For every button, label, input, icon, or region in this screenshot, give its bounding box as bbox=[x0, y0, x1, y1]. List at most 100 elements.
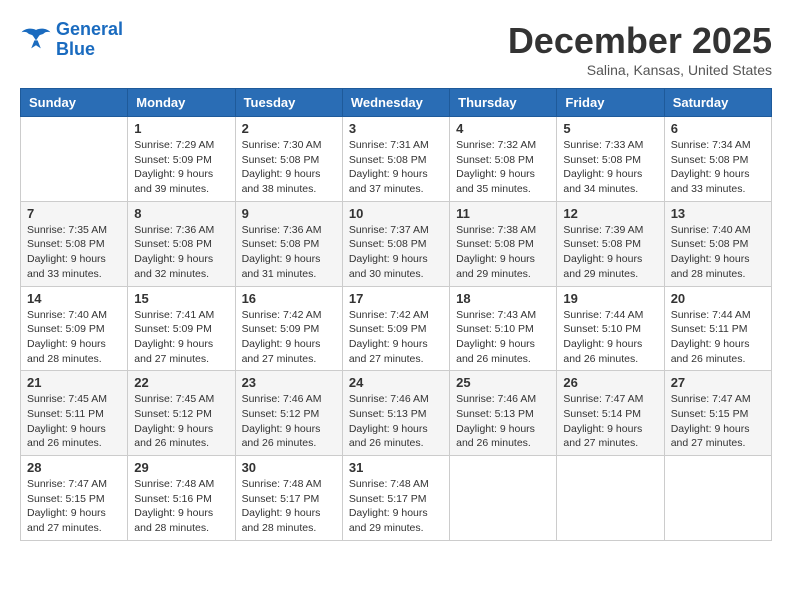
calendar-cell: 7 Sunrise: 7:35 AM Sunset: 5:08 PM Daylig… bbox=[21, 201, 128, 286]
week-row-4: 21 Sunrise: 7:45 AM Sunset: 5:11 PM Dayli… bbox=[21, 371, 772, 456]
calendar-cell: 4Sunrise: 7:32 AM Sunset: 5:08 PM Daylig… bbox=[450, 117, 557, 202]
day-number: 10 bbox=[349, 206, 443, 221]
calendar-cell: 10 Sunrise: 7:37 AM Sunset: 5:08 PM Dayli… bbox=[342, 201, 449, 286]
day-number: 16 bbox=[242, 291, 336, 306]
day-number: 3 bbox=[349, 121, 443, 136]
calendar-cell: 3 Sunrise: 7:31 AM Sunset: 5:08 PM Daylig… bbox=[342, 117, 449, 202]
calendar-cell: 12 Sunrise: 7:39 AM Sunset: 5:08 PM Dayli… bbox=[557, 201, 664, 286]
day-number: 28 bbox=[27, 460, 121, 475]
calendar-cell: 20Sunrise: 7:44 AM Sunset: 5:11 PM Dayli… bbox=[664, 286, 771, 371]
day-info: Sunrise: 7:45 AM Sunset: 5:11 PM Dayligh… bbox=[27, 392, 121, 451]
day-info: Sunrise: 7:48 AM Sunset: 5:17 PM Dayligh… bbox=[349, 477, 443, 536]
calendar-cell: 30 Sunrise: 7:48 AM Sunset: 5:17 PM Dayli… bbox=[235, 456, 342, 541]
calendar-cell: 14 Sunrise: 7:40 AM Sunset: 5:09 PM Dayli… bbox=[21, 286, 128, 371]
day-info: Sunrise: 7:35 AM Sunset: 5:08 PM Dayligh… bbox=[27, 223, 121, 282]
day-info: Sunrise: 7:36 AM Sunset: 5:08 PM Dayligh… bbox=[242, 223, 336, 282]
header: General Blue December 2025 Salina, Kansa… bbox=[20, 20, 772, 78]
day-number: 1 bbox=[134, 121, 228, 136]
day-number: 21 bbox=[27, 375, 121, 390]
calendar-cell: 19Sunrise: 7:44 AM Sunset: 5:10 PM Dayli… bbox=[557, 286, 664, 371]
calendar-cell: 1Sunrise: 7:29 AM Sunset: 5:09 PM Daylig… bbox=[128, 117, 235, 202]
calendar-cell: 17Sunrise: 7:42 AM Sunset: 5:09 PM Dayli… bbox=[342, 286, 449, 371]
day-info: Sunrise: 7:40 AM Sunset: 5:09 PM Dayligh… bbox=[27, 308, 121, 367]
day-info: Sunrise: 7:31 AM Sunset: 5:08 PM Dayligh… bbox=[349, 138, 443, 197]
calendar-cell: 9 Sunrise: 7:36 AM Sunset: 5:08 PM Daylig… bbox=[235, 201, 342, 286]
weekday-header-monday: Monday bbox=[128, 89, 235, 117]
day-info: Sunrise: 7:48 AM Sunset: 5:16 PM Dayligh… bbox=[134, 477, 228, 536]
day-number: 11 bbox=[456, 206, 550, 221]
day-number: 12 bbox=[563, 206, 657, 221]
day-number: 19 bbox=[563, 291, 657, 306]
day-number: 22 bbox=[134, 375, 228, 390]
calendar-cell: 31 Sunrise: 7:48 AM Sunset: 5:17 PM Dayli… bbox=[342, 456, 449, 541]
day-number: 31 bbox=[349, 460, 443, 475]
day-number: 5 bbox=[563, 121, 657, 136]
day-number: 8 bbox=[134, 206, 228, 221]
logo-text: General Blue bbox=[56, 20, 123, 60]
day-number: 30 bbox=[242, 460, 336, 475]
calendar-cell: 24 Sunrise: 7:46 AM Sunset: 5:13 PM Dayli… bbox=[342, 371, 449, 456]
week-row-3: 14 Sunrise: 7:40 AM Sunset: 5:09 PM Dayli… bbox=[21, 286, 772, 371]
calendar-cell: 6Sunrise: 7:34 AM Sunset: 5:08 PM Daylig… bbox=[664, 117, 771, 202]
calendar-cell: 2Sunrise: 7:30 AM Sunset: 5:08 PM Daylig… bbox=[235, 117, 342, 202]
day-number: 7 bbox=[27, 206, 121, 221]
day-number: 15 bbox=[134, 291, 228, 306]
week-row-1: 1Sunrise: 7:29 AM Sunset: 5:09 PM Daylig… bbox=[21, 117, 772, 202]
day-info: Sunrise: 7:42 AM Sunset: 5:09 PM Dayligh… bbox=[349, 308, 443, 367]
day-info: Sunrise: 7:48 AM Sunset: 5:17 PM Dayligh… bbox=[242, 477, 336, 536]
day-number: 27 bbox=[671, 375, 765, 390]
calendar-cell bbox=[664, 456, 771, 541]
calendar-cell: 29Sunrise: 7:48 AM Sunset: 5:16 PM Dayli… bbox=[128, 456, 235, 541]
day-number: 26 bbox=[563, 375, 657, 390]
day-number: 23 bbox=[242, 375, 336, 390]
weekday-header-friday: Friday bbox=[557, 89, 664, 117]
calendar-cell: 13Sunrise: 7:40 AM Sunset: 5:08 PM Dayli… bbox=[664, 201, 771, 286]
logo-bird-icon bbox=[20, 26, 52, 54]
title-area: December 2025 Salina, Kansas, United Sta… bbox=[508, 20, 772, 78]
calendar: SundayMondayTuesdayWednesdayThursdayFrid… bbox=[20, 88, 772, 541]
calendar-cell: 15Sunrise: 7:41 AM Sunset: 5:09 PM Dayli… bbox=[128, 286, 235, 371]
day-number: 18 bbox=[456, 291, 550, 306]
day-info: Sunrise: 7:34 AM Sunset: 5:08 PM Dayligh… bbox=[671, 138, 765, 197]
day-info: Sunrise: 7:33 AM Sunset: 5:08 PM Dayligh… bbox=[563, 138, 657, 197]
week-row-5: 28 Sunrise: 7:47 AM Sunset: 5:15 PM Dayli… bbox=[21, 456, 772, 541]
logo: General Blue bbox=[20, 20, 123, 60]
day-info: Sunrise: 7:39 AM Sunset: 5:08 PM Dayligh… bbox=[563, 223, 657, 282]
calendar-cell bbox=[557, 456, 664, 541]
weekday-header-row: SundayMondayTuesdayWednesdayThursdayFrid… bbox=[21, 89, 772, 117]
day-number: 25 bbox=[456, 375, 550, 390]
calendar-cell: 25 Sunrise: 7:46 AM Sunset: 5:13 PM Dayli… bbox=[450, 371, 557, 456]
day-info: Sunrise: 7:46 AM Sunset: 5:13 PM Dayligh… bbox=[349, 392, 443, 451]
day-info: Sunrise: 7:40 AM Sunset: 5:08 PM Dayligh… bbox=[671, 223, 765, 282]
calendar-cell: 21 Sunrise: 7:45 AM Sunset: 5:11 PM Dayli… bbox=[21, 371, 128, 456]
weekday-header-thursday: Thursday bbox=[450, 89, 557, 117]
weekday-header-saturday: Saturday bbox=[664, 89, 771, 117]
day-info: Sunrise: 7:44 AM Sunset: 5:11 PM Dayligh… bbox=[671, 308, 765, 367]
calendar-cell: 27 Sunrise: 7:47 AM Sunset: 5:15 PM Dayli… bbox=[664, 371, 771, 456]
weekday-header-sunday: Sunday bbox=[21, 89, 128, 117]
day-info: Sunrise: 7:47 AM Sunset: 5:15 PM Dayligh… bbox=[27, 477, 121, 536]
calendar-cell: 5 Sunrise: 7:33 AM Sunset: 5:08 PM Daylig… bbox=[557, 117, 664, 202]
day-info: Sunrise: 7:30 AM Sunset: 5:08 PM Dayligh… bbox=[242, 138, 336, 197]
calendar-cell: 8 Sunrise: 7:36 AM Sunset: 5:08 PM Daylig… bbox=[128, 201, 235, 286]
calendar-cell: 23 Sunrise: 7:46 AM Sunset: 5:12 PM Dayli… bbox=[235, 371, 342, 456]
day-info: Sunrise: 7:46 AM Sunset: 5:13 PM Dayligh… bbox=[456, 392, 550, 451]
day-info: Sunrise: 7:37 AM Sunset: 5:08 PM Dayligh… bbox=[349, 223, 443, 282]
month-title: December 2025 bbox=[508, 20, 772, 62]
week-row-2: 7 Sunrise: 7:35 AM Sunset: 5:08 PM Daylig… bbox=[21, 201, 772, 286]
day-info: Sunrise: 7:32 AM Sunset: 5:08 PM Dayligh… bbox=[456, 138, 550, 197]
day-info: Sunrise: 7:38 AM Sunset: 5:08 PM Dayligh… bbox=[456, 223, 550, 282]
day-info: Sunrise: 7:43 AM Sunset: 5:10 PM Dayligh… bbox=[456, 308, 550, 367]
day-number: 9 bbox=[242, 206, 336, 221]
location: Salina, Kansas, United States bbox=[508, 62, 772, 78]
calendar-cell: 11 Sunrise: 7:38 AM Sunset: 5:08 PM Dayli… bbox=[450, 201, 557, 286]
day-info: Sunrise: 7:46 AM Sunset: 5:12 PM Dayligh… bbox=[242, 392, 336, 451]
day-number: 14 bbox=[27, 291, 121, 306]
day-number: 24 bbox=[349, 375, 443, 390]
logo-line1: General bbox=[56, 19, 123, 39]
day-info: Sunrise: 7:36 AM Sunset: 5:08 PM Dayligh… bbox=[134, 223, 228, 282]
calendar-cell bbox=[450, 456, 557, 541]
day-info: Sunrise: 7:47 AM Sunset: 5:15 PM Dayligh… bbox=[671, 392, 765, 451]
calendar-cell bbox=[21, 117, 128, 202]
calendar-cell: 18 Sunrise: 7:43 AM Sunset: 5:10 PM Dayli… bbox=[450, 286, 557, 371]
